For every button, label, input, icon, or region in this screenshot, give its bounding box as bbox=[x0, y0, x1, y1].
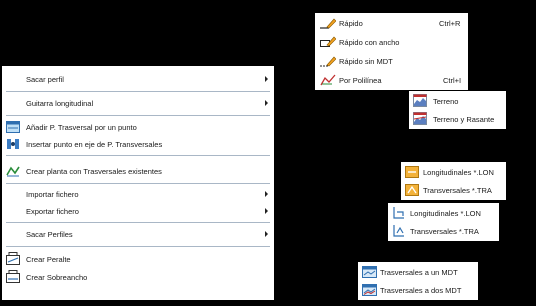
cross-two-dtm-icon bbox=[362, 284, 377, 296]
menu-item-rapido[interactable]: Rápido Ctrl+R bbox=[315, 14, 468, 32]
menu-item-rapido-sin-mdt[interactable]: Rápido sin MDT bbox=[315, 52, 468, 70]
submenu-arrow-icon bbox=[265, 191, 268, 197]
menu-item-crear-sobreancho[interactable]: Crear Sobreancho bbox=[2, 269, 274, 285]
submenu-arrow-icon bbox=[265, 76, 268, 82]
pencil-no-dtm-icon bbox=[320, 56, 336, 67]
menu-item-terreno-y-rasante[interactable]: Terreno y Rasante bbox=[409, 110, 506, 128]
menu-item-label: Insertar punto en eje de P. Transversale… bbox=[26, 139, 163, 149]
menu-item-anadir-p-trasversal[interactable]: Añadir P. Trasversal por un punto bbox=[2, 119, 274, 135]
menu-separator bbox=[6, 246, 270, 247]
menu-item-shortcut: Ctrl+I bbox=[443, 75, 462, 85]
menu-item-label: Crear Sobreancho bbox=[26, 272, 88, 282]
menu-item-sacar-perfil[interactable]: Sacar perfil bbox=[2, 71, 274, 87]
import-tra-icon bbox=[405, 184, 419, 196]
menu-item-shortcut: Ctrl+R bbox=[439, 18, 461, 28]
guitarra-submenu: Terreno Terreno y Rasante bbox=[409, 91, 506, 129]
menu-item-importar-fichero[interactable]: Importar fichero bbox=[2, 186, 274, 202]
menu-item-label: Terreno bbox=[433, 96, 459, 106]
menu-item-por-polilinea[interactable]: Por Polilínea Ctrl+I bbox=[315, 71, 468, 89]
menu-item-terreno[interactable]: Terreno bbox=[409, 92, 506, 110]
create-plan-icon bbox=[6, 166, 20, 177]
pencil-width-icon bbox=[320, 36, 336, 47]
menu-item-label: Trasversales a un MDT bbox=[380, 267, 458, 277]
menu-item-label: Rápido sin MDT bbox=[339, 56, 393, 66]
menu-item-trasversales-un-mdt[interactable]: Trasversales a un MDT bbox=[358, 263, 478, 281]
menu-item-label: Terreno y Rasante bbox=[433, 114, 495, 124]
menu-item-label: Por Polilínea bbox=[339, 75, 382, 85]
menu-item-export-longitudinales[interactable]: Longitudinales *.LON bbox=[388, 204, 499, 222]
menu-item-label: Añadir P. Trasversal por un punto bbox=[26, 122, 137, 132]
menu-item-label: Exportar fichero bbox=[26, 206, 79, 216]
menu-item-crear-planta[interactable]: Crear planta con Trasversales existentes bbox=[2, 163, 274, 179]
menu-item-trasversales-dos-mdt[interactable]: Trasversales a dos MDT bbox=[358, 281, 478, 299]
menu-item-label: Crear planta con Trasversales existentes bbox=[26, 166, 162, 176]
cross-one-dtm-icon bbox=[362, 266, 377, 278]
menu-item-exportar-fichero[interactable]: Exportar fichero bbox=[2, 203, 274, 219]
menu-separator bbox=[6, 155, 270, 156]
sacar-perfil-submenu: Rápido Ctrl+R Rápido con ancho Rápido si… bbox=[315, 13, 468, 90]
submenu-arrow-icon bbox=[265, 208, 268, 214]
menu-item-label: Longitudinales *.LON bbox=[423, 167, 494, 177]
submenu-arrow-icon bbox=[265, 100, 268, 106]
add-cross-section-icon bbox=[6, 121, 20, 133]
superelevation-icon bbox=[6, 252, 20, 265]
menu-item-label: Sacar Perfiles bbox=[26, 229, 73, 239]
main-context-menu: Sacar perfil Guitarra longitudinal Añadi… bbox=[2, 66, 274, 300]
menu-item-import-transversales[interactable]: Transversales *.TRA bbox=[401, 181, 506, 199]
menu-separator bbox=[6, 183, 270, 184]
export-tra-icon bbox=[393, 225, 404, 237]
pencil-profile-icon bbox=[320, 18, 336, 29]
menu-item-label: Rápido bbox=[339, 18, 363, 28]
menu-item-guitarra-longitudinal[interactable]: Guitarra longitudinal bbox=[2, 95, 274, 111]
terrain-icon bbox=[413, 94, 427, 107]
menu-item-crear-peralte[interactable]: Crear Peralte bbox=[2, 251, 274, 267]
polyline-icon bbox=[320, 74, 336, 86]
menu-item-label: Rápido con ancho bbox=[339, 37, 400, 47]
menu-item-export-transversales[interactable]: Transversales *.TRA bbox=[388, 222, 499, 240]
terrain-grade-icon bbox=[413, 112, 427, 125]
menu-item-sacar-perfiles[interactable]: Sacar Perfiles bbox=[2, 226, 274, 242]
menu-item-insertar-punto[interactable]: Insertar punto en eje de P. Transversale… bbox=[2, 136, 274, 152]
menu-item-import-longitudinales[interactable]: Longitudinales *.LON bbox=[401, 163, 506, 181]
menu-separator bbox=[6, 222, 270, 223]
menu-item-label: Importar fichero bbox=[26, 189, 79, 199]
import-lon-icon bbox=[405, 166, 419, 178]
insert-point-icon bbox=[7, 139, 19, 149]
menu-item-label: Sacar perfil bbox=[26, 74, 64, 84]
menu-item-label: Crear Peralte bbox=[26, 254, 71, 264]
menu-item-label: Transversales *.TRA bbox=[423, 185, 492, 195]
importar-submenu: Longitudinales *.LON Transversales *.TRA bbox=[401, 162, 506, 200]
exportar-submenu: Longitudinales *.LON Transversales *.TRA bbox=[388, 203, 499, 241]
menu-item-label: Trasversales a dos MDT bbox=[380, 285, 462, 295]
widening-icon bbox=[6, 270, 20, 283]
export-lon-icon bbox=[393, 207, 404, 219]
menu-item-label: Transversales *.TRA bbox=[410, 226, 479, 236]
submenu-arrow-icon bbox=[265, 231, 268, 237]
menu-item-label: Guitarra longitudinal bbox=[26, 98, 94, 108]
sacar-perfiles-submenu: Trasversales a un MDT Trasversales a dos… bbox=[358, 262, 478, 300]
menu-item-label: Longitudinales *.LON bbox=[410, 208, 481, 218]
menu-separator bbox=[6, 91, 270, 92]
menu-separator bbox=[6, 115, 270, 116]
menu-item-rapido-con-ancho[interactable]: Rápido con ancho bbox=[315, 33, 468, 51]
